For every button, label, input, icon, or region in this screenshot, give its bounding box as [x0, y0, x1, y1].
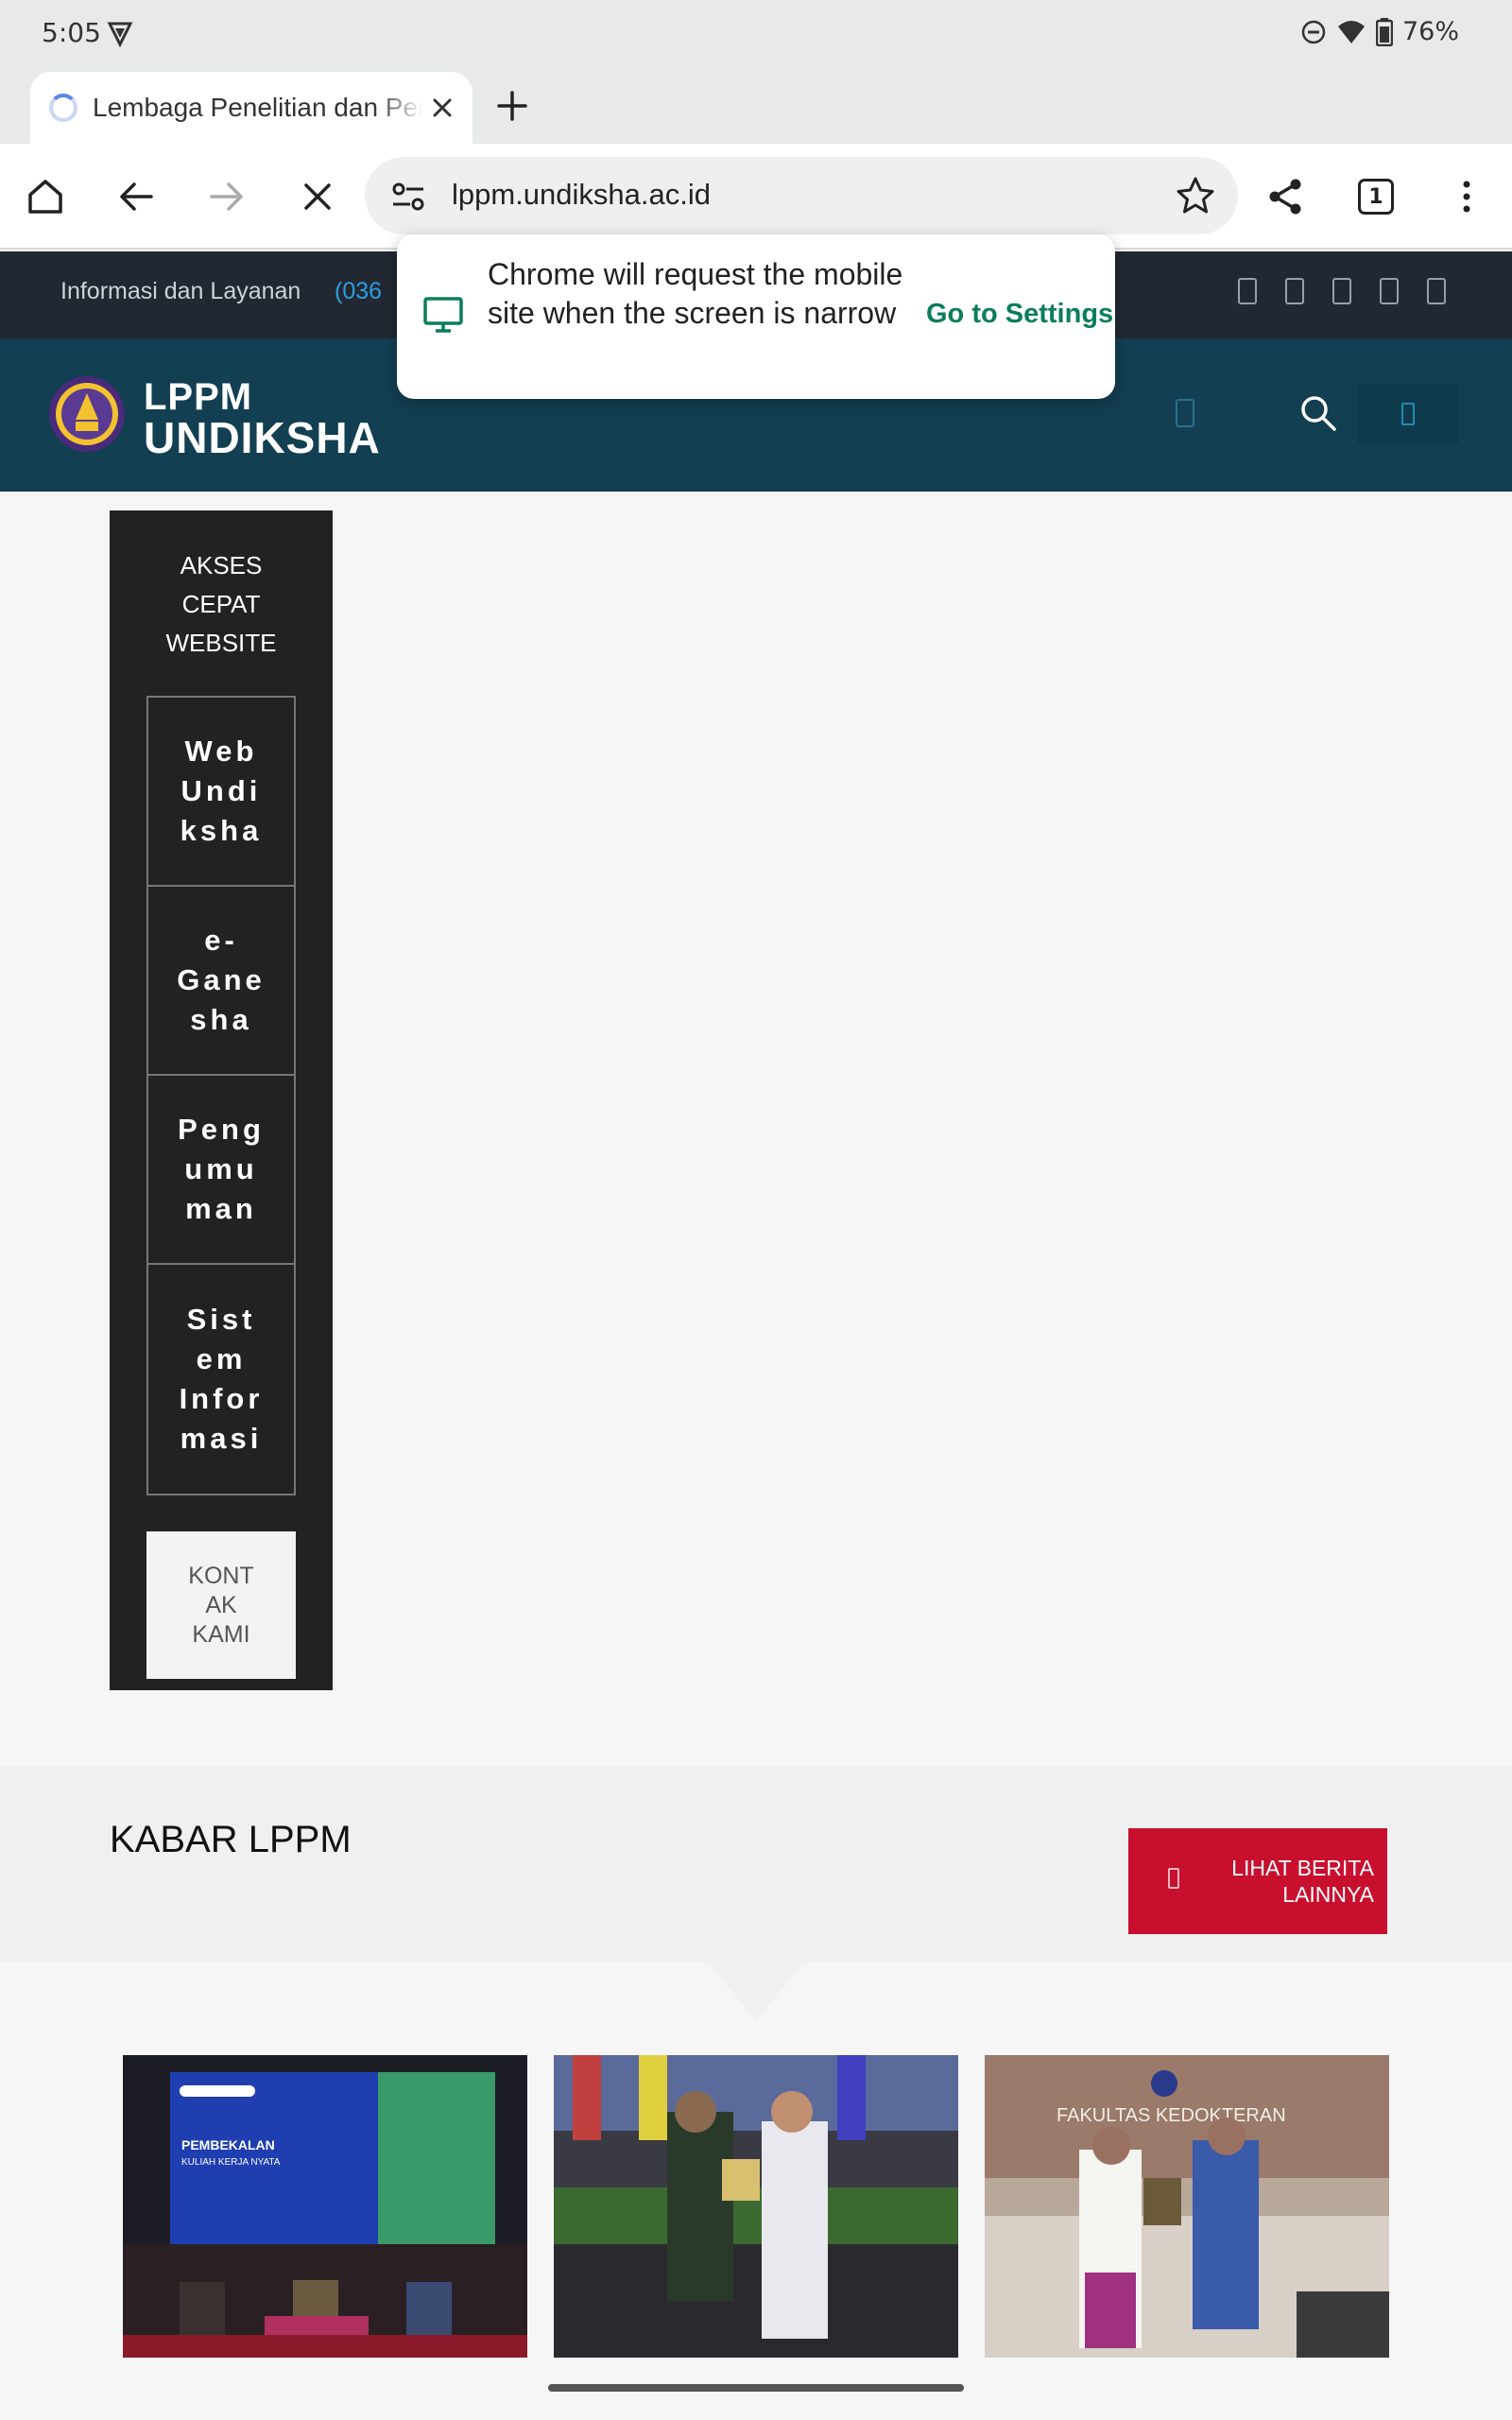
forward-button[interactable]: [202, 172, 251, 221]
card-banner-text: FAKULTAS KEDOKTERAN: [1057, 2105, 1286, 2126]
news-card-image[interactable]: [554, 2055, 958, 2358]
close-tab-icon[interactable]: [425, 91, 459, 125]
browser-tab[interactable]: Lembaga Penelitian dan Pengabdian kepada…: [30, 72, 472, 144]
do-not-disturb-icon: [1301, 20, 1326, 43]
loading-spinner-icon: [49, 94, 77, 122]
home-button[interactable]: [21, 172, 70, 221]
tab-switcher-button[interactable]: 1: [1351, 172, 1400, 221]
gesture-navigation-bar[interactable]: [548, 2384, 964, 2392]
social-icon[interactable]: [1427, 278, 1446, 304]
news-icon: [1168, 1868, 1179, 1889]
header-toggle-button[interactable]: [1357, 384, 1459, 444]
go-to-settings-link[interactable]: Go to Settings: [926, 299, 1113, 330]
undiksha-logo-seal[interactable]: [47, 374, 127, 454]
news-card-image[interactable]: PEMBEKALAN KULIAH KERJA NYATA: [123, 2055, 527, 2358]
more-vertical-icon: [1463, 181, 1470, 213]
news-card-image[interactable]: FAKULTAS KEDOKTERAN: [985, 2055, 1389, 2358]
url-text[interactable]: lppm.undiksha.ac.id: [452, 178, 711, 212]
new-tab-icon[interactable]: [491, 85, 533, 127]
quick-link-sistem-informasi[interactable]: Sist em Infor masi: [148, 1265, 294, 1494]
header-menu-icon[interactable]: [1176, 399, 1194, 427]
home-icon: [28, 180, 62, 214]
quick-access-panel: AKSES CEPAT WEBSITE Web Undi ksha e- Gan…: [110, 510, 333, 1690]
info-phone[interactable]: (036: [335, 278, 382, 305]
stop-loading-button[interactable]: [293, 172, 342, 221]
battery-percent: 76%: [1401, 17, 1459, 46]
share-icon: [1269, 179, 1301, 215]
address-bar[interactable]: lppm.undiksha.ac.id: [365, 157, 1238, 234]
arrow-right-icon: [210, 182, 243, 211]
info-services-link[interactable]: Informasi dan Layanan: [60, 278, 301, 305]
share-button[interactable]: [1261, 172, 1310, 221]
quick-links-list: Web Undi ksha e- Gane sha Peng umu man S…: [146, 696, 296, 1495]
desktop-monitor-icon: [423, 297, 463, 333]
more-news-button[interactable]: LIHAT BERITA LAINNYA: [1128, 1828, 1387, 1934]
tab-title: Lembaga Penelitian dan Pengabdian kepada…: [93, 93, 423, 122]
quick-link-e-ganesha[interactable]: e- Gane sha: [148, 887, 294, 1076]
quick-access-title: AKSES CEPAT WEBSITE: [165, 551, 277, 657]
status-bar: 5:05 76%: [0, 0, 1512, 68]
status-time: 5:05: [42, 17, 101, 48]
quick-link-web-undiksha[interactable]: Web Undi ksha: [148, 698, 294, 887]
close-icon: [304, 183, 331, 210]
tab-strip: Lembaga Penelitian dan Pengabdian kepada…: [0, 68, 1512, 144]
logo-text-undiksha[interactable]: UNDIKSHA: [144, 412, 381, 463]
back-button[interactable]: [112, 172, 161, 221]
battery-icon: [1375, 17, 1393, 46]
wifi-icon: [1337, 20, 1365, 43]
tab-count: 1: [1358, 179, 1394, 215]
card-subheadline: KULIAH KERJA NYATA: [181, 2157, 281, 2168]
social-icon[interactable]: [1332, 278, 1351, 304]
news-section-title: KABAR LPPM: [110, 1819, 352, 1860]
vpn-shield-icon: [107, 22, 133, 47]
mobile-site-popup: Chrome will request the mobile site when…: [397, 234, 1115, 399]
quick-link-pengumuman[interactable]: Peng umu man: [148, 1076, 294, 1265]
bookmark-star-icon[interactable]: [1174, 174, 1217, 217]
social-icon[interactable]: [1238, 278, 1257, 304]
search-icon[interactable]: [1297, 391, 1340, 435]
popup-message: Chrome will request the mobile site when…: [488, 257, 903, 330]
site-settings-icon[interactable]: [389, 178, 427, 216]
arrow-left-icon: [120, 182, 153, 211]
news-header: KABAR LPPM LIHAT BERITA LAINNYA: [0, 1766, 1512, 1962]
social-icon[interactable]: [1285, 278, 1304, 304]
social-links: [1238, 278, 1446, 304]
toggle-icon: [1401, 403, 1415, 425]
more-menu-button[interactable]: [1442, 172, 1491, 221]
contact-us-button[interactable]: KONT AK KAMI: [146, 1531, 296, 1679]
social-icon[interactable]: [1380, 278, 1399, 304]
status-icons: 76%: [1300, 17, 1459, 46]
more-news-label: LIHAT BERITA LAINNYA: [1231, 1856, 1374, 1907]
section-pointer: [709, 1962, 803, 2021]
card-headline: PEMBEKALAN: [181, 2137, 275, 2152]
